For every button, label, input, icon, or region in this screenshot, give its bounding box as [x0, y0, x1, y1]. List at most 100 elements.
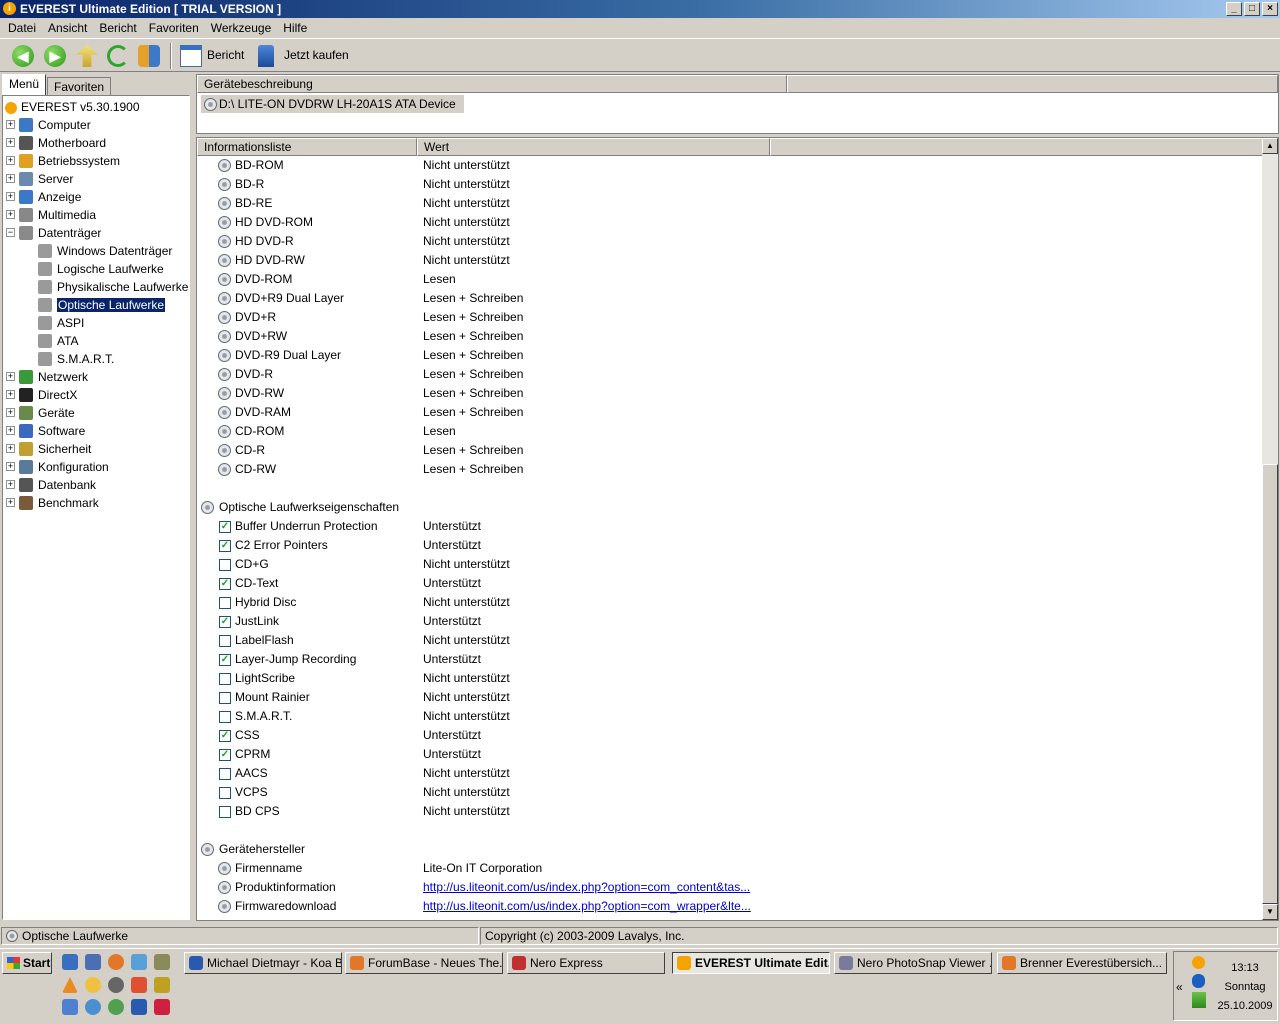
- firefox-icon[interactable]: [108, 954, 124, 970]
- tree-item-ata[interactable]: ATA: [38, 332, 79, 350]
- menu-ansicht[interactable]: Ansicht: [42, 18, 93, 38]
- expand-icon[interactable]: +: [6, 210, 15, 219]
- section-header[interactable]: Gerätehersteller: [197, 840, 1263, 859]
- tree-root[interactable]: EVEREST v5.30.1900: [5, 98, 140, 116]
- quicklaunch-tool-icon[interactable]: [154, 954, 170, 970]
- list-row[interactable]: S.M.A.R.T. Nicht unterstützt: [197, 707, 1263, 726]
- task-brenner-everest[interactable]: Brenner Everestübersich...: [997, 952, 1167, 974]
- row-link[interactable]: http://us.liteonit.com/us/index.php?opti…: [423, 878, 750, 897]
- tree-item-datenträger[interactable]: − Datenträger: [6, 224, 101, 242]
- tree-item-s-m-a-r-t-[interactable]: S.M.A.R.T.: [38, 350, 114, 368]
- media-player-icon[interactable]: [85, 954, 101, 970]
- tree-item-benchmark[interactable]: + Benchmark: [6, 494, 99, 512]
- forward-arrow-icon[interactable]: ▶: [44, 45, 66, 67]
- list-row[interactable]: Hybrid Disc Nicht unterstützt: [197, 593, 1263, 612]
- expand-icon[interactable]: +: [6, 156, 15, 165]
- menu-werkzeuge[interactable]: Werkzeuge: [205, 18, 277, 38]
- task-nero-photosnap[interactable]: Nero PhotoSnap Viewer ...: [834, 952, 992, 974]
- quicklaunch-app-icon[interactable]: [131, 954, 147, 970]
- task-everest[interactable]: EVEREST Ultimate Edit...: [672, 952, 830, 974]
- list-row[interactable]: DVD-RAM Lesen + Schreiben: [197, 403, 1263, 422]
- expand-icon[interactable]: +: [6, 390, 15, 399]
- report-button[interactable]: Bericht: [207, 48, 244, 62]
- tree-item-optische-laufwerke[interactable]: Optische Laufwerke: [38, 296, 167, 314]
- tree-item-software[interactable]: + Software: [6, 422, 85, 440]
- tree-item-windows-datenträger[interactable]: Windows Datenträger: [38, 242, 172, 260]
- list-row[interactable]: LightScribe Nicht unterstützt: [197, 669, 1263, 688]
- section-header[interactable]: Optische Laufwerkseigenschaften: [197, 498, 1263, 517]
- task-michael-dietmayr[interactable]: Michael Dietmayr - Koa Bi...: [184, 952, 342, 974]
- buy-now-button[interactable]: Jetzt kaufen: [284, 48, 349, 62]
- refresh-icon[interactable]: [107, 45, 129, 67]
- task-nero-express[interactable]: Nero Express: [507, 952, 665, 974]
- tree-item-sicherheit[interactable]: + Sicherheit: [6, 440, 91, 458]
- device-header[interactable]: Gerätebeschreibung: [197, 75, 787, 93]
- network-app-icon[interactable]: [62, 999, 78, 1015]
- collapse-icon[interactable]: −: [6, 228, 15, 237]
- clock-time[interactable]: 13:13: [1214, 962, 1276, 974]
- vlc-icon[interactable]: [62, 977, 78, 993]
- tree-item-netzwerk[interactable]: + Netzwerk: [6, 368, 88, 386]
- tree-item-physikalische-laufwerke[interactable]: Physikalische Laufwerke: [38, 278, 188, 296]
- list-row[interactable]: AACS Nicht unterstützt: [197, 764, 1263, 783]
- tree-item-multimedia[interactable]: + Multimedia: [6, 206, 96, 224]
- column-header-empty[interactable]: [770, 138, 1263, 156]
- users-icon[interactable]: [138, 45, 160, 67]
- list-row[interactable]: DVD-RW Lesen + Schreiben: [197, 384, 1263, 403]
- red-app-icon[interactable]: [154, 999, 170, 1015]
- list-row[interactable]: VCPS Nicht unterstützt: [197, 783, 1263, 802]
- network-status-icon[interactable]: [1192, 992, 1206, 1008]
- list-row[interactable]: BD-ROM Nicht unterstützt: [197, 156, 1263, 175]
- arrow-app-icon[interactable]: [154, 977, 170, 993]
- device-row[interactable]: D:\ LITE-ON DVDRW LH-20A1S ATA Device: [201, 95, 464, 113]
- up-arrow-icon[interactable]: [76, 45, 98, 67]
- list-row[interactable]: CD-ROM Lesen: [197, 422, 1263, 441]
- menu-favoriten[interactable]: Favoriten: [143, 18, 205, 38]
- close-button[interactable]: ×: [1262, 2, 1278, 16]
- expand-icon[interactable]: +: [6, 138, 15, 147]
- list-row[interactable]: Firmenname Lite-On IT Corporation: [197, 859, 1263, 878]
- list-row[interactable]: ✓ Buffer Underrun Protection Unterstützt: [197, 517, 1263, 536]
- expand-icon[interactable]: +: [6, 444, 15, 453]
- list-row[interactable]: DVD-R9 Dual Layer Lesen + Schreiben: [197, 346, 1263, 365]
- list-row[interactable]: HD DVD-R Nicht unterstützt: [197, 232, 1263, 251]
- tree-item-logische-laufwerke[interactable]: Logische Laufwerke: [38, 260, 164, 278]
- settings-gear-icon[interactable]: [108, 977, 124, 993]
- bluetooth-icon[interactable]: [1192, 974, 1205, 988]
- expand-icon[interactable]: +: [6, 498, 15, 507]
- list-row[interactable]: ✓ CPRM Unterstützt: [197, 745, 1263, 764]
- start-button[interactable]: Start: [2, 952, 52, 974]
- report-icon[interactable]: [180, 45, 202, 67]
- minimize-button[interactable]: _: [1226, 2, 1242, 16]
- list-row[interactable]: ✓ JustLink Unterstützt: [197, 612, 1263, 631]
- list-row[interactable]: CD-RW Lesen + Schreiben: [197, 460, 1263, 479]
- tree-item-computer[interactable]: + Computer: [6, 116, 91, 134]
- messenger-icon[interactable]: [85, 999, 101, 1015]
- globe-app-icon[interactable]: [108, 999, 124, 1015]
- column-header-info[interactable]: Informationsliste: [197, 138, 417, 156]
- menu-hilfe[interactable]: Hilfe: [277, 18, 313, 38]
- list-row[interactable]: ✓ CSS Unterstützt: [197, 726, 1263, 745]
- expand-icon[interactable]: +: [6, 426, 15, 435]
- expand-icon[interactable]: +: [6, 480, 15, 489]
- checkmark-app-icon[interactable]: [131, 977, 147, 993]
- list-row[interactable]: ✓ Layer-Jump Recording Unterstützt: [197, 650, 1263, 669]
- list-row[interactable]: DVD+RW Lesen + Schreiben: [197, 327, 1263, 346]
- list-row[interactable]: HD DVD-ROM Nicht unterstützt: [197, 213, 1263, 232]
- list-row[interactable]: LabelFlash Nicht unterstützt: [197, 631, 1263, 650]
- tree-item-datenbank[interactable]: + Datenbank: [6, 476, 96, 494]
- list-row[interactable]: BD-RE Nicht unterstützt: [197, 194, 1263, 213]
- list-row[interactable]: BD-R Nicht unterstützt: [197, 175, 1263, 194]
- buy-icon[interactable]: [258, 45, 274, 67]
- menu-bericht[interactable]: Bericht: [93, 18, 142, 38]
- picture-app-icon[interactable]: [131, 999, 147, 1015]
- task-forumbase[interactable]: ForumBase - Neues The...: [345, 952, 503, 974]
- expand-icon[interactable]: +: [6, 192, 15, 201]
- expand-icon[interactable]: +: [6, 174, 15, 183]
- tray-expand-chevron-icon[interactable]: «: [1176, 980, 1183, 994]
- maximize-button[interactable]: □: [1244, 2, 1260, 16]
- list-row[interactable]: ✓ C2 Error Pointers Unterstützt: [197, 536, 1263, 555]
- column-header-value[interactable]: Wert: [417, 138, 770, 156]
- list-row[interactable]: DVD+R9 Dual Layer Lesen + Schreiben: [197, 289, 1263, 308]
- show-desktop-icon[interactable]: [62, 954, 78, 970]
